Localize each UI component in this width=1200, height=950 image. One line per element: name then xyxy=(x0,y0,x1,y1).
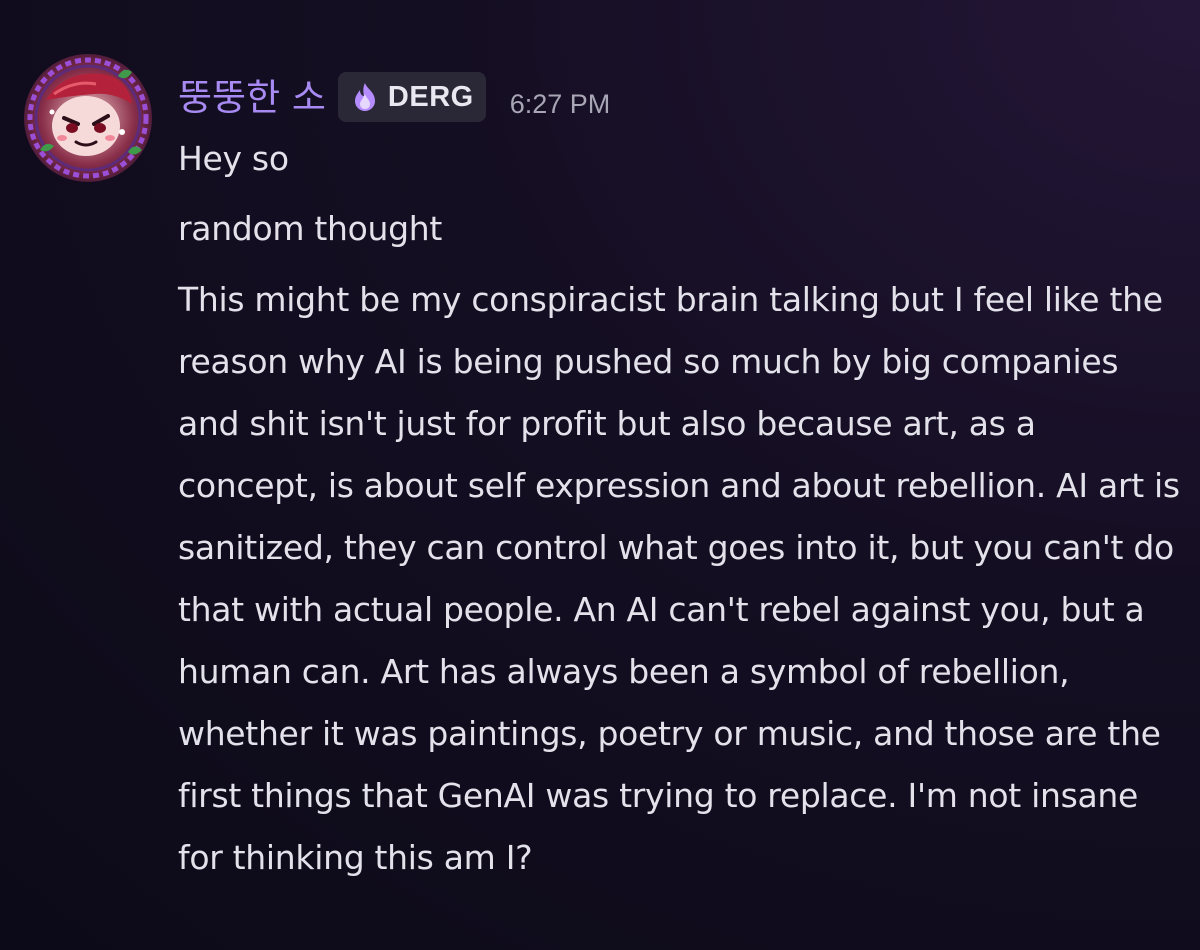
server-tag-label: DERG xyxy=(387,80,474,113)
message-line: Hey so xyxy=(178,139,289,178)
avatar-cartoon-character-icon xyxy=(24,54,152,182)
message-header: 뚱뚱한 소 DERG 6:27 PM xyxy=(178,68,610,126)
user-avatar[interactable] xyxy=(24,54,152,182)
message-paragraph: This might be my conspiracist brain talk… xyxy=(178,280,1180,877)
purple-flame-icon xyxy=(354,83,375,111)
server-tag[interactable]: DERG xyxy=(337,72,486,122)
username[interactable]: 뚱뚱한 소 xyxy=(178,79,326,116)
chat-message: 뚱뚱한 소 DERG 6:27 PM Hey so random thought… xyxy=(0,0,1200,950)
message-timestamp[interactable]: 6:27 PM xyxy=(510,89,611,120)
message-line: random thought xyxy=(178,209,443,248)
